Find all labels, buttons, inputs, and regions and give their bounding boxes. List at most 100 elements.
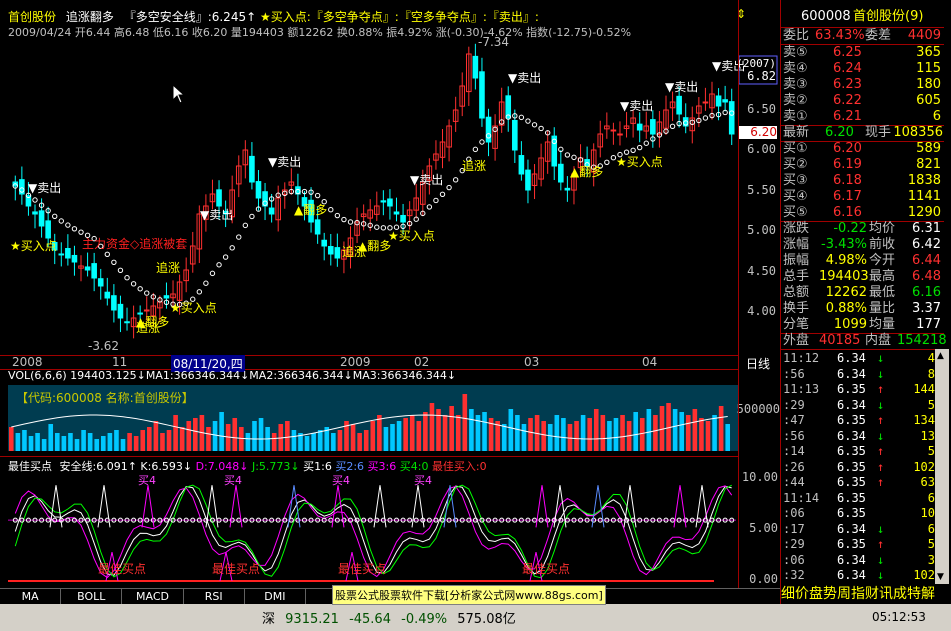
sell-price: 6.21 <box>833 109 862 124</box>
tab-ma[interactable]: MA <box>0 588 62 604</box>
candle-body <box>525 169 531 191</box>
volume-bar <box>94 439 100 451</box>
sell-price: 6.25 <box>833 45 862 60</box>
candle-body <box>111 295 117 311</box>
ind-y-tick: 10.00 <box>741 470 778 484</box>
candle-body <box>387 198 393 207</box>
tick-row: :47 6.35 ↑ 134 <box>781 413 943 427</box>
safety-line-dot <box>433 197 439 204</box>
tab-dmi[interactable]: DMI <box>244 588 307 604</box>
stat-label: 涨跌 <box>783 221 810 236</box>
ad-tooltip[interactable]: 股票公式股票软件下载[分析家公式网www.88gs.com] <box>332 585 606 605</box>
volume-bar <box>442 415 448 451</box>
volume-bar <box>363 430 369 451</box>
tick-price: 6.34 <box>837 428 866 443</box>
safety-line-dot <box>446 184 452 191</box>
tick-price: 6.34 <box>837 366 866 381</box>
volume-bar <box>501 424 507 451</box>
safety-line-dot <box>643 140 649 146</box>
volume-bar <box>396 421 402 451</box>
tick-volume: 102 <box>913 568 935 582</box>
volume-bar <box>672 409 678 451</box>
volume-bar <box>587 418 592 451</box>
ind-y-tick: 5.00 <box>749 521 778 535</box>
safety-line-dot <box>380 225 387 231</box>
volume-bar <box>35 433 40 451</box>
stat-value: 1099 <box>833 317 867 332</box>
tab-macd[interactable]: MACD <box>122 588 184 604</box>
tab-boll[interactable]: BOLL <box>61 588 123 604</box>
turn-signal: ▲翻多 <box>294 203 327 217</box>
tick-arrow: ↑ <box>877 475 885 489</box>
weicha-label: 委差 <box>865 28 892 43</box>
volume-bar <box>482 412 487 451</box>
tick-volume: 5 <box>927 397 935 412</box>
candle-body <box>400 214 406 223</box>
volume-bar <box>574 421 579 451</box>
tick-arrow: ↓ <box>877 351 885 365</box>
scroll-up-icon[interactable]: ▲ <box>937 351 944 361</box>
tick-row: :56 6.34 ↓ 13 <box>781 429 943 443</box>
volume-bar <box>68 433 73 451</box>
quote-row: 买④ 6.17 1141 <box>781 189 943 205</box>
tick-scrollbar[interactable]: ▲ ▼ <box>935 349 949 584</box>
volume-panel[interactable]: 【代码:600008 名称:首创股份】 <box>8 385 738 451</box>
quote-bottom-tabs[interactable]: 细价盘势周指财讯成特解 <box>781 584 949 604</box>
volume-bar <box>147 427 152 451</box>
chase-signal: 追涨 <box>462 158 486 173</box>
volume-bar <box>409 415 415 451</box>
volume-bar <box>429 403 435 451</box>
best-buy-label: 最佳买点 <box>212 562 260 576</box>
status-bar: 深 9315.21 -45.64 -0.49% 575.08亿 股票公式股票软件… <box>0 585 951 631</box>
scroll-down-icon[interactable]: ▼ <box>937 572 944 582</box>
weibi-value: 63.43% <box>815 28 865 43</box>
volume-bar <box>258 418 264 451</box>
safety-line-dot <box>452 177 459 183</box>
buy-signal: ★买入点 <box>10 239 57 253</box>
waipan-label: 外盘 <box>783 333 810 348</box>
tick-arrow: ↑ <box>877 382 885 396</box>
indicator-chart[interactable]: 买4 买4 买4 买4 最佳买点 最佳买点 最佳买点 最佳买点 <box>0 470 738 588</box>
stat-value: 4.98% <box>825 253 867 268</box>
stat-label: 前收 <box>869 237 896 252</box>
safety-line-dot <box>32 197 38 203</box>
index-pct: -0.49% <box>401 612 448 627</box>
volume-bar <box>81 430 86 451</box>
period-label[interactable]: 日线 <box>746 355 770 372</box>
tick-volume: 144 <box>913 382 935 396</box>
candle-body <box>518 155 525 175</box>
stat-label: 量比 <box>869 301 896 316</box>
safety-line-dot <box>209 270 216 277</box>
tick-volume: 102 <box>913 459 935 474</box>
candle-body <box>32 211 38 215</box>
stat-value: -3.43% <box>821 237 867 252</box>
volume-bar <box>193 418 198 451</box>
tick-arrow: ↑ <box>877 444 885 458</box>
main-chart-panel[interactable]: 首创股份 追涨翻多 『多空安全线』:6.245↑ ★买入点:『多空争夺点』:『空… <box>0 0 780 605</box>
stat-label: 换手 <box>783 301 810 316</box>
candle-body <box>722 99 728 103</box>
safety-line-dot <box>203 280 209 286</box>
turn-signal: ▲翻多 <box>570 165 603 179</box>
volume-bar <box>370 421 376 451</box>
buy-label: 买① <box>783 141 808 156</box>
date-axis: 2008 11 08/11/20,四 2009 02 03 04 <box>0 355 738 372</box>
tick-arrow: ↓ <box>877 568 885 582</box>
buy-price: 6.17 <box>833 189 862 204</box>
index-name: 深 <box>262 612 276 627</box>
price-chart[interactable]: ▼卖出▼卖出▼卖出▼卖出▼卖出▼卖出▼卖出▼卖出★买入点★买入点★买入点★买入点… <box>0 36 780 356</box>
panel-divider <box>0 456 738 457</box>
volume-bar <box>515 415 520 451</box>
index-info: 深 9315.21 -45.64 -0.49% 575.08亿 <box>262 608 516 627</box>
tick-price: 6.34 <box>837 397 866 412</box>
volume-bar <box>725 424 731 451</box>
tick-volume: 6 <box>927 521 935 536</box>
tick-arrow: ↓ <box>877 397 885 412</box>
volume-bar <box>127 433 132 451</box>
tick-price: 6.35 <box>837 537 866 551</box>
buy-signal-spike <box>373 485 387 528</box>
tab-rsi[interactable]: RSI <box>183 588 245 604</box>
volume-bar <box>120 439 126 451</box>
stat-label: 涨幅 <box>783 237 810 252</box>
tick-price: 6.35 <box>837 413 866 427</box>
